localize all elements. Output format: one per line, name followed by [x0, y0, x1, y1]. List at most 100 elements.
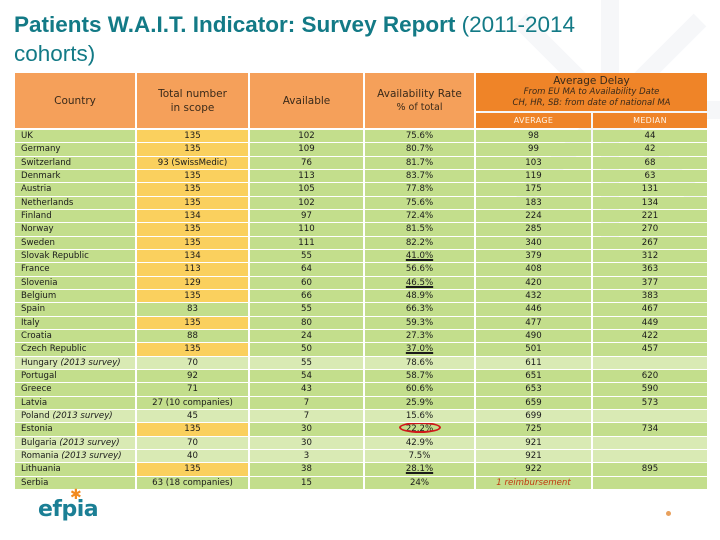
cell-total: 113 [137, 263, 248, 276]
median-value: 590 [641, 384, 659, 395]
cell-total: 135 [137, 169, 248, 183]
rate-value: 28.1% [405, 464, 434, 475]
cell-available: 55 [250, 249, 363, 263]
cell-total: 45 [137, 409, 248, 423]
cell-country: Hungary (2013 survey) [15, 356, 135, 369]
country-name: France [21, 264, 50, 275]
cell-median: 134 [593, 196, 707, 209]
available-value: 55 [301, 357, 312, 368]
average-value: 651 [525, 370, 542, 381]
cell-median: 734 [593, 423, 707, 436]
rate-value: 42.9% [405, 437, 434, 448]
average-value: 921 [525, 437, 542, 448]
available-value: 15 [301, 477, 312, 488]
cell-total: 134 [137, 209, 248, 223]
cell-country: Portugal [15, 369, 135, 383]
cell-total: 135 [137, 289, 248, 303]
cell-average: 99 [476, 143, 591, 156]
table-body: UK 135 102 75.6% 98 44 Germany 135 109 80.7% 99 42 S… [15, 130, 707, 490]
cell-average: 501 [476, 343, 591, 356]
table-row: Estonia 135 30 22.2% 725 734 [15, 423, 707, 436]
average-value: 611 [525, 357, 542, 368]
available-value: 30 [301, 424, 312, 435]
country-name: Finland [21, 210, 52, 221]
country-name: Switzerland [21, 157, 72, 168]
cell-median: 895 [593, 463, 707, 476]
cell-average: 699 [476, 409, 591, 423]
cell-rate: 7.5% [365, 449, 474, 463]
rate-value: 25.9% [405, 397, 434, 408]
rate-value: 82.2% [405, 237, 434, 248]
cell-rate: 66.3% [365, 303, 474, 316]
median-value: 312 [641, 250, 659, 261]
cell-rate: 24% [365, 476, 474, 489]
country-name: Greece [21, 384, 52, 395]
total-value: 63 (18 companies) [152, 477, 233, 488]
available-value: 54 [301, 370, 312, 381]
median-value: 42 [644, 144, 656, 155]
cell-average: 921 [476, 449, 591, 463]
cell-total: 135 [137, 423, 248, 436]
header-average-delay: Average Delay From EU MA to Availability… [476, 73, 707, 111]
cell-available: 55 [250, 356, 363, 369]
available-value: 38 [301, 464, 312, 475]
cell-rate: 77.8% [365, 183, 474, 196]
cell-country: Belgium [15, 289, 135, 303]
header-rate-sub: % of total [396, 101, 443, 113]
rate-value: 27.3% [405, 330, 434, 341]
available-value: 55 [301, 250, 312, 261]
country-name: Italy [21, 317, 40, 328]
country-name: Portugal [21, 370, 57, 381]
available-value: 55 [301, 304, 312, 315]
rate-value: 81.7% [405, 157, 434, 168]
median-value: 363 [641, 264, 659, 275]
cell-available: 113 [250, 169, 363, 183]
rate-value: 15.6% [405, 410, 434, 421]
table-row: Hungary (2013 survey) 70 55 78.6% 611 [15, 356, 707, 370]
total-value: 135 [184, 170, 201, 181]
median-value: 270 [641, 224, 659, 235]
cell-country: Finland [15, 209, 135, 223]
cell-rate: 59.3% [365, 316, 474, 329]
average-value: 340 [525, 237, 542, 248]
country-name: Slovak Republic [21, 250, 89, 261]
cell-average: 490 [476, 329, 591, 343]
cell-country: Norway [15, 223, 135, 236]
total-value: 135 [184, 290, 201, 301]
cell-median [593, 449, 707, 463]
cell-average: 175 [476, 183, 591, 196]
cell-available: 64 [250, 263, 363, 276]
cell-available: 38 [250, 463, 363, 476]
median-value: 620 [641, 370, 659, 381]
cell-country: Switzerland [15, 156, 135, 169]
table-row: UK 135 102 75.6% 98 44 [15, 130, 707, 143]
cell-available: 66 [250, 289, 363, 303]
cell-rate: 37.0% [365, 343, 474, 356]
cell-average: 183 [476, 196, 591, 209]
table-row: Slovenia 129 60 46.5% 420 377 [15, 276, 707, 290]
cell-total: 88 [137, 329, 248, 343]
cell-rate: 75.6% [365, 130, 474, 143]
cell-rate: 56.6% [365, 263, 474, 276]
header-median-label: MEDIAN [633, 116, 667, 125]
logo-text: efpia [38, 497, 99, 522]
cell-median [593, 356, 707, 369]
table-row: Netherlands 135 102 75.6% 183 134 [15, 196, 707, 210]
efpia-logo: efpia ✱ [38, 487, 99, 522]
header-average-label: AVERAGE [513, 116, 554, 125]
header-delay-label: Average Delay [553, 75, 630, 87]
table-row: Belgium 135 66 48.9% 432 383 [15, 289, 707, 303]
median-value: 131 [641, 184, 659, 195]
total-value: 135 [184, 144, 201, 155]
header-available: Available [250, 73, 363, 128]
cell-median: 68 [593, 156, 707, 169]
table-row: Spain 83 55 66.3% 446 467 [15, 303, 707, 316]
table-row: Italy 135 80 59.3% 477 449 [15, 316, 707, 330]
cell-available: 76 [250, 156, 363, 169]
table-row: Slovak Republic 134 55 41.0% 379 312 [15, 249, 707, 263]
cell-total: 70 [137, 356, 248, 369]
cell-total: 40 [137, 449, 248, 463]
rate-value: 81.5% [405, 224, 434, 235]
total-value: 135 [184, 237, 201, 248]
average-value: 501 [525, 344, 542, 355]
